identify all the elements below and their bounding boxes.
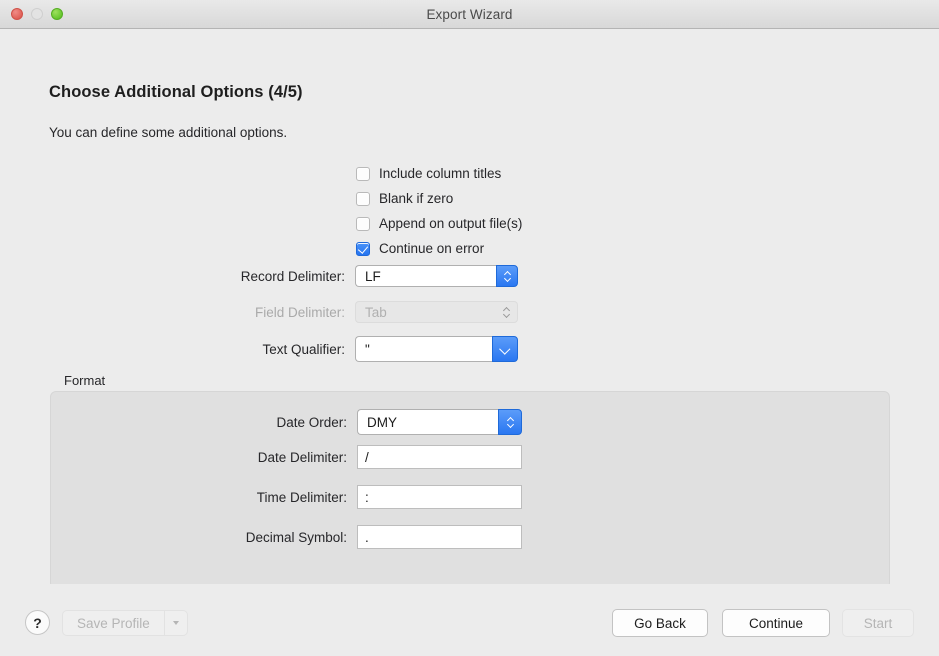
dialog-footer: ? Save Profile Go Back Continue Start: [0, 584, 939, 656]
date-order-label: Date Order:: [276, 414, 347, 430]
text-qualifier-row: Text Qualifier: ": [262, 336, 518, 362]
page-title: Choose Additional Options (4/5): [49, 83, 303, 101]
text-qualifier-label: Text Qualifier:: [262, 341, 345, 357]
date-order-combobox[interactable]: DMY: [357, 409, 522, 435]
help-button[interactable]: ?: [25, 610, 50, 635]
options-checkbox-group: Include column titles Blank if zero Appe…: [356, 161, 522, 261]
record-delimiter-value[interactable]: LF: [355, 265, 496, 287]
text-qualifier-value[interactable]: ": [355, 336, 492, 362]
window-titlebar: Export Wizard: [0, 0, 939, 29]
window-controls: [11, 0, 63, 28]
checkbox-label-append-on-output-files: Append on output file(s): [379, 216, 523, 231]
go-back-button[interactable]: Go Back: [612, 609, 708, 637]
chevron-down-icon: [507, 423, 514, 427]
continue-button[interactable]: Continue: [722, 609, 830, 637]
checkbox-row-append-on-output-files[interactable]: Append on output file(s): [356, 211, 522, 236]
time-delimiter-label: Time Delimiter:: [256, 489, 347, 505]
record-delimiter-label: Record Delimiter:: [240, 268, 345, 284]
maximize-button[interactable]: [51, 8, 63, 20]
start-button: Start: [842, 609, 914, 637]
chevron-down-icon: [503, 313, 510, 317]
chevron-down-icon: [500, 346, 511, 353]
decimal-symbol-input[interactable]: .: [357, 525, 522, 549]
dialog-content: Choose Additional Options (4/5) You can …: [0, 29, 939, 589]
record-delimiter-row: Record Delimiter: LF: [241, 265, 518, 287]
time-delimiter-row: Time Delimiter: :: [257, 485, 522, 509]
save-profile-button: Save Profile: [63, 611, 165, 635]
checkbox-row-blank-if-zero[interactable]: Blank if zero: [356, 186, 522, 211]
decimal-symbol-row: Decimal Symbol: .: [246, 525, 522, 549]
checkbox-continue-on-error[interactable]: [356, 241, 370, 256]
save-profile-dropdown-button: [165, 611, 187, 635]
date-delimiter-input[interactable]: /: [357, 445, 522, 469]
close-button[interactable]: [11, 8, 23, 20]
checkbox-row-include-column-titles[interactable]: Include column titles: [356, 161, 522, 186]
text-qualifier-combobox[interactable]: ": [355, 336, 518, 362]
text-qualifier-popup-button[interactable]: [492, 336, 518, 362]
record-delimiter-combobox[interactable]: LF: [355, 265, 518, 287]
date-order-row: Date Order: DMY: [276, 409, 522, 435]
field-delimiter-combobox: Tab: [355, 301, 518, 323]
checkbox-label-blank-if-zero: Blank if zero: [379, 191, 454, 206]
triangle-down-icon: [172, 621, 179, 625]
date-delimiter-row: Date Delimiter: /: [258, 445, 522, 469]
field-delimiter-row: Field Delimiter: Tab: [255, 301, 518, 323]
date-order-stepper[interactable]: [498, 409, 522, 435]
checkbox-include-column-titles[interactable]: [356, 166, 370, 181]
chevron-down-icon: [504, 277, 511, 281]
checkbox-row-continue-on-error[interactable]: Continue on error: [356, 236, 522, 261]
save-profile-split-button: Save Profile: [62, 610, 188, 636]
window-title: Export Wizard: [426, 6, 513, 22]
checkbox-append-on-output-files[interactable]: [356, 216, 370, 231]
record-delimiter-stepper[interactable]: [496, 265, 518, 287]
export-wizard-window: Export Wizard Choose Additional Options …: [0, 0, 939, 656]
decimal-symbol-label: Decimal Symbol:: [245, 529, 347, 545]
date-delimiter-label: Date Delimiter:: [257, 449, 347, 465]
format-group-label: Format: [64, 373, 106, 388]
minimize-button[interactable]: [31, 8, 43, 20]
checkbox-blank-if-zero[interactable]: [356, 191, 370, 206]
checkbox-label-continue-on-error: Continue on error: [379, 241, 485, 256]
date-order-value[interactable]: DMY: [357, 409, 498, 435]
time-delimiter-input[interactable]: :: [357, 485, 522, 509]
field-delimiter-value: Tab: [355, 301, 496, 323]
field-delimiter-label: Field Delimiter:: [254, 304, 345, 320]
field-delimiter-stepper: [496, 301, 518, 323]
page-subtitle: You can define some additional options.: [49, 125, 288, 140]
checkbox-label-include-column-titles: Include column titles: [379, 166, 502, 181]
